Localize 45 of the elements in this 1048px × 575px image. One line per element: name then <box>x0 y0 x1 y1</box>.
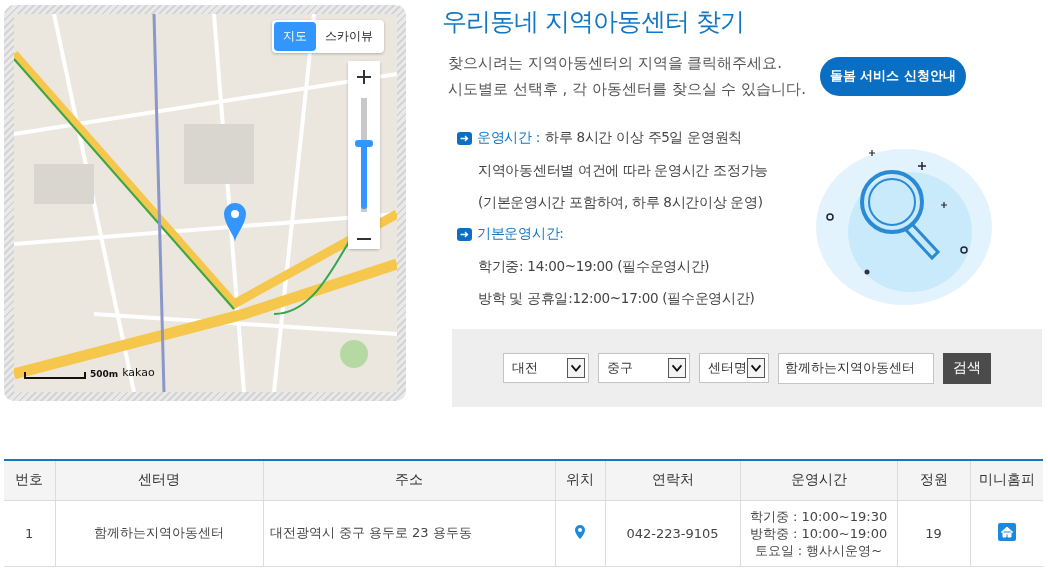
info-heading: 기본운영시간: <box>477 225 564 243</box>
map-provider-logo: kakao <box>122 366 155 379</box>
column-header: 미니홈피 <box>970 460 1043 500</box>
arrow-right-icon <box>457 131 472 145</box>
dropdown[interactable]: 중구 <box>598 353 690 383</box>
search-field[interactable]: 함께하는지역아동센터 <box>778 352 934 384</box>
info-text: 하루 8시간 이상 주5일 운영원칙 <box>545 129 742 147</box>
scale-label: 500m <box>90 369 119 379</box>
dropdown[interactable]: 센터명 <box>699 353 769 383</box>
table-cell: 19 <box>897 500 970 566</box>
info-heading: 운영시간 : <box>477 129 541 147</box>
info-text: 지역아동센터별 여건에 따라 운영시간 조정가능 <box>477 161 769 180</box>
minus-icon <box>357 238 371 240</box>
column-header: 번호 <box>4 460 55 500</box>
caret-icon <box>567 358 585 378</box>
column-header: 주소 <box>263 460 555 500</box>
column-header: 연락처 <box>605 460 740 500</box>
info-text: 학기중: 14:00~19:00 (필수운영시간) <box>477 257 711 276</box>
caret-icon <box>668 358 686 378</box>
home-icon[interactable] <box>997 522 1016 541</box>
guide-button[interactable]: 돌봄 서비스 신청안내 <box>819 56 966 96</box>
info-text: 방학 및 공휴일:12:00~17:00 (필수운영시간) <box>477 289 756 308</box>
table-cell: 함께하는지역아동센터 <box>55 500 263 566</box>
zoom-in-button[interactable] <box>348 61 380 93</box>
map-pin-icon[interactable] <box>575 524 585 539</box>
column-header: 위치 <box>555 460 605 500</box>
arrow-right-icon <box>457 227 472 241</box>
table-cell: 학기중 : 10:00~19:30 방학중 : 10:00~19:00 토요일 : 행사시운영~ <box>740 500 897 566</box>
zoom-out-button[interactable] <box>348 217 380 249</box>
page-title: 우리동네 지역아동센터 찾기 <box>442 6 745 38</box>
column-header: 센터명 <box>55 460 263 500</box>
slider-handle[interactable] <box>355 140 373 148</box>
table-cell: 대전광역시 중구 용두로 23 용두동 <box>263 500 555 566</box>
table-cell: 042-223-9105 <box>605 500 740 566</box>
table-cell: 1 <box>4 500 55 566</box>
column-header: 정원 <box>897 460 970 500</box>
dropdown[interactable]: 대전 <box>503 353 589 383</box>
column-header: 운영시간 <box>740 460 897 500</box>
intro-text: 찾으시려는 지역아동센터의 지역을 클릭해주세요. <box>448 53 784 74</box>
scale-bar <box>24 372 86 379</box>
intro-text: 시도별로 선택후 , 각 아동센터를 찾으실 수 있습니다. <box>448 79 806 100</box>
info-text: (기본운영시간 포함하여, 하루 8시간이상 운영) <box>477 193 764 212</box>
search-button[interactable]: 검색 <box>943 352 991 384</box>
plus-icon <box>357 70 371 84</box>
caret-icon <box>747 358 765 378</box>
